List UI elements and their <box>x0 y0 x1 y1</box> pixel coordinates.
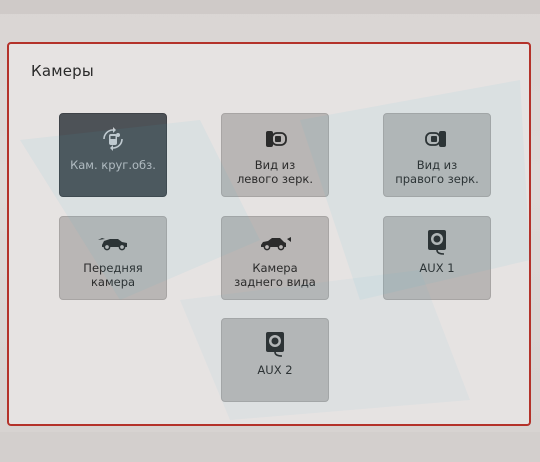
cameras-panel: Камеры Кам. круг.обз. Вид из левого зерк… <box>7 42 531 426</box>
tile-label: Передняя камера <box>83 261 143 289</box>
tile-right-mirror[interactable]: Вид из правого зерк. <box>383 113 491 197</box>
front-car-icon <box>96 229 130 255</box>
tile-aux1[interactable]: AUX 1 <box>383 216 491 300</box>
tile-label: Вид из правого зерк. <box>395 158 479 186</box>
left-mirror-icon <box>260 126 290 152</box>
screen: Камеры Кам. круг.обз. Вид из левого зерк… <box>0 0 540 462</box>
tile-label: AUX 1 <box>419 261 455 275</box>
tile-label: Вид из левого зерк. <box>236 158 314 186</box>
tile-rear-camera[interactable]: Камера заднего вида <box>221 216 329 300</box>
right-mirror-icon <box>422 126 452 152</box>
surround-camera-icon <box>98 126 128 152</box>
aux-device-icon <box>260 331 290 357</box>
tile-aux2[interactable]: AUX 2 <box>221 318 329 402</box>
tile-surround-camera[interactable]: Кам. круг.обз. <box>59 113 167 197</box>
tile-label: AUX 2 <box>257 363 293 377</box>
tile-left-mirror[interactable]: Вид из левого зерк. <box>221 113 329 197</box>
tile-label: Кам. круг.обз. <box>70 158 156 172</box>
screen-top-bar <box>0 0 540 14</box>
tile-front-camera[interactable]: Передняя камера <box>59 216 167 300</box>
screen-bottom-bar <box>0 432 540 462</box>
tile-label: Камера заднего вида <box>234 261 316 289</box>
panel-title: Камеры <box>31 62 94 80</box>
aux-device-icon <box>422 229 452 255</box>
rear-car-icon <box>258 229 292 255</box>
